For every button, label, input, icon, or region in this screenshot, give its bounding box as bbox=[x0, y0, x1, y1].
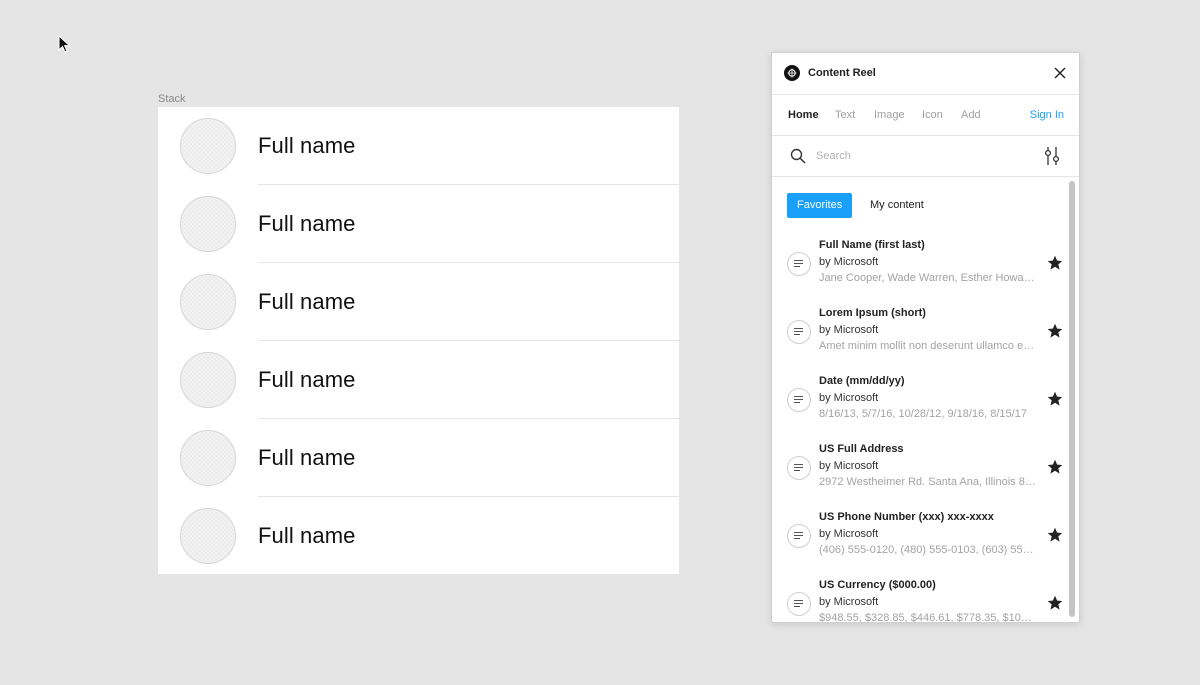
avatar-placeholder bbox=[180, 352, 236, 408]
stack-row[interactable]: Full name bbox=[158, 419, 679, 497]
my-content-filter-button[interactable]: My content bbox=[860, 193, 934, 218]
tab-icon[interactable]: Icon bbox=[922, 109, 943, 121]
text-lines-icon bbox=[787, 388, 811, 412]
search-bar bbox=[772, 136, 1079, 177]
favorites-filter-button[interactable]: Favorites bbox=[787, 193, 853, 218]
star-icon[interactable] bbox=[1047, 527, 1063, 543]
full-name-text: Full name bbox=[258, 133, 356, 158]
content-reel-logo-icon bbox=[784, 65, 800, 81]
full-name-text: Full name bbox=[258, 523, 356, 548]
tab-home[interactable]: Home bbox=[788, 109, 819, 121]
stack-row[interactable]: Full name bbox=[158, 185, 679, 263]
stack-row[interactable]: Full name bbox=[158, 263, 679, 341]
text-lines-icon bbox=[787, 524, 811, 548]
full-name-text: Full name bbox=[258, 289, 356, 314]
tab-text[interactable]: Text bbox=[835, 109, 855, 121]
search-input[interactable] bbox=[816, 145, 1026, 167]
list-item[interactable]: Lorem Ipsum (short) by Microsoft Amet mi… bbox=[772, 307, 1068, 365]
row-divider bbox=[258, 574, 679, 575]
avatar-placeholder bbox=[180, 274, 236, 330]
tab-image[interactable]: Image bbox=[874, 109, 905, 121]
star-icon[interactable] bbox=[1047, 391, 1063, 407]
full-name-text: Full name bbox=[258, 211, 356, 236]
item-author: by Microsoft bbox=[819, 596, 879, 608]
panel-header: Content Reel bbox=[772, 53, 1079, 95]
scrollbar[interactable] bbox=[1069, 181, 1075, 617]
item-title: Lorem Ipsum (short) bbox=[819, 307, 926, 319]
sign-in-link[interactable]: Sign In bbox=[1030, 109, 1064, 121]
item-preview: 8/16/13, 5/7/16, 10/28/12, 9/18/16, 8/15… bbox=[819, 408, 1027, 420]
item-author: by Microsoft bbox=[819, 392, 879, 404]
item-author: by Microsoft bbox=[819, 324, 879, 336]
item-author: by Microsoft bbox=[819, 256, 879, 268]
list-item[interactable]: Full Name (first last) by Microsoft Jane… bbox=[772, 239, 1068, 297]
frame-label[interactable]: Stack bbox=[158, 93, 186, 105]
item-author: by Microsoft bbox=[819, 460, 879, 472]
mouse-cursor-icon bbox=[58, 35, 71, 53]
close-icon[interactable] bbox=[1053, 66, 1067, 80]
stack-row[interactable]: Full name bbox=[158, 497, 679, 575]
star-icon[interactable] bbox=[1047, 595, 1063, 611]
item-title: US Full Address bbox=[819, 443, 904, 455]
text-lines-icon bbox=[787, 456, 811, 480]
item-title: US Phone Number (xxx) xxx-xxxx bbox=[819, 511, 994, 523]
item-preview: 2972 Westheimer Rd. Santa Ana, Illinois … bbox=[819, 476, 1037, 488]
stack-row[interactable]: Full name bbox=[158, 341, 679, 419]
full-name-text: Full name bbox=[258, 367, 356, 392]
content-reel-panel: Content Reel Home Text Image Icon Add Si… bbox=[771, 52, 1080, 623]
tab-bar: Home Text Image Icon Add Sign In bbox=[772, 95, 1079, 136]
star-icon[interactable] bbox=[1047, 255, 1063, 271]
filter-sliders-icon[interactable] bbox=[1043, 146, 1061, 166]
list-item[interactable]: US Full Address by Microsoft 2972 Westhe… bbox=[772, 443, 1068, 501]
stack-frame[interactable]: Full name Full name Full name Full name … bbox=[158, 107, 679, 575]
list-item[interactable]: Date (mm/dd/yy) by Microsoft 8/16/13, 5/… bbox=[772, 375, 1068, 433]
list-item[interactable]: US Currency ($000.00) by Microsoft $948.… bbox=[772, 579, 1068, 623]
item-author: by Microsoft bbox=[819, 528, 879, 540]
star-icon[interactable] bbox=[1047, 323, 1063, 339]
item-preview: Amet minim mollit non deserunt ullamco e… bbox=[819, 340, 1037, 352]
content-list[interactable]: Favorites My content Full Name (first la… bbox=[772, 177, 1079, 623]
list-item[interactable]: US Phone Number (xxx) xxx-xxxx by Micros… bbox=[772, 511, 1068, 569]
item-preview: Jane Cooper, Wade Warren, Esther Howard,… bbox=[819, 272, 1037, 284]
avatar-placeholder bbox=[180, 430, 236, 486]
item-title: US Currency ($000.00) bbox=[819, 579, 936, 591]
text-lines-icon bbox=[787, 320, 811, 344]
avatar-placeholder bbox=[180, 118, 236, 174]
full-name-text: Full name bbox=[258, 445, 356, 470]
stack-row[interactable]: Full name bbox=[158, 107, 679, 185]
item-title: Full Name (first last) bbox=[819, 239, 925, 251]
tab-add[interactable]: Add bbox=[961, 109, 981, 121]
panel-title: Content Reel bbox=[808, 67, 876, 79]
item-preview: $948.55, $328.85, $446.61, $778.35, $105… bbox=[819, 612, 1037, 623]
search-icon bbox=[790, 148, 806, 164]
avatar-placeholder bbox=[180, 196, 236, 252]
item-title: Date (mm/dd/yy) bbox=[819, 375, 905, 387]
avatar-placeholder bbox=[180, 508, 236, 564]
star-icon[interactable] bbox=[1047, 459, 1063, 475]
item-preview: (406) 555-0120, (480) 555-0103, (603) 55… bbox=[819, 544, 1037, 556]
text-lines-icon bbox=[787, 592, 811, 616]
text-lines-icon bbox=[787, 252, 811, 276]
